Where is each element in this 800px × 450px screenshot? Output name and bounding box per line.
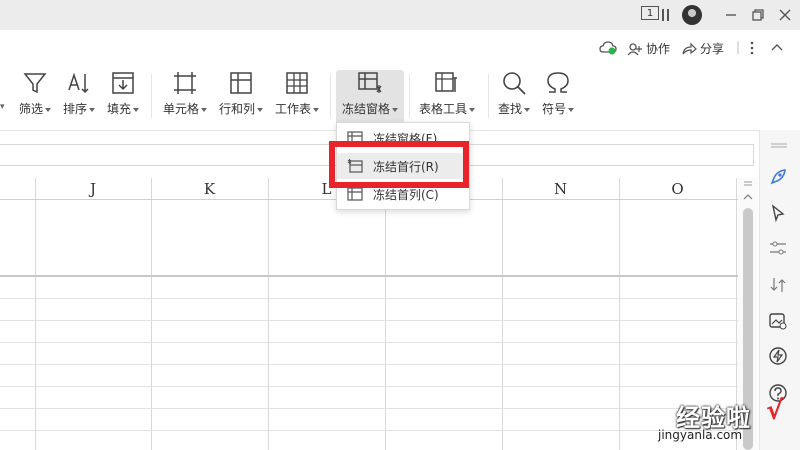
table-tools-button[interactable]: 表格工具 [416,70,478,126]
ribbon-separator [151,74,152,118]
title-bar [0,0,800,30]
freeze-panes-icon [358,72,382,93]
close-icon[interactable] [776,5,794,25]
watermark-url: jingyanla.com [658,428,743,442]
filter-label: 筛选 [19,100,51,117]
scroll-lines-icon [744,181,752,186]
symbol-label: 符号 [542,100,574,117]
ribbon-scroll-left[interactable]: ▾ [0,102,5,112]
collaborate-icon [627,42,642,55]
row-line [0,386,738,387]
more-options-icon[interactable] [748,40,756,56]
share-button[interactable]: 分享 [681,40,724,57]
watermark-check: √ [766,396,784,426]
sliders-icon[interactable] [768,238,788,258]
ribbon-separator [409,74,410,118]
sort-label: 排序 [63,100,95,117]
column-divider [151,178,152,450]
table-tools-icon [435,72,457,92]
restore-icon[interactable] [749,5,767,25]
column-divider [385,178,386,450]
sort-icon [68,72,89,94]
collaborate-label: 协作 [646,42,671,56]
fill-icon [112,72,134,94]
filter-button[interactable]: 筛选 [18,70,52,126]
top-toolbar [0,30,800,66]
cell-button[interactable]: 单元格 [160,70,210,126]
transfer-icon[interactable] [768,275,788,295]
minimize-icon[interactable] [722,5,740,25]
column-header-o[interactable]: O [619,178,736,200]
row-line [0,408,738,409]
column-divider [35,178,36,450]
highlight-annotation-box [329,141,469,188]
worksheet-button[interactable]: 工作表 [272,70,322,126]
scroll-up-icon[interactable] [742,192,754,202]
avatar[interactable] [682,5,702,25]
layout-badge[interactable]: 1 [641,6,659,20]
watermark: 经验啦 √ jingyanla.com [648,396,798,448]
row-line [0,430,738,431]
row-line [0,342,738,343]
lightning-icon[interactable] [768,346,788,366]
topbar-divider: | [736,40,741,54]
collapse-ribbon-icon[interactable] [770,40,784,54]
find-button[interactable]: 查找 [496,70,532,126]
rows-cols-icon [230,72,252,94]
cloud-sync-icon[interactable] [599,40,617,56]
share-icon [682,42,697,54]
row-line [0,364,738,365]
column-header-j[interactable]: J [35,178,151,200]
fill-button[interactable]: 填充 [106,70,140,126]
ribbon-separator [330,74,331,118]
fill-label: 填充 [107,100,139,117]
collaborate-button[interactable]: 协作 [627,40,670,57]
rocket-icon[interactable] [768,167,788,187]
cursor-icon[interactable] [768,203,788,223]
column-header-k[interactable]: K [151,178,268,200]
sort-button[interactable]: 排序 [62,70,96,126]
freeze-panes-label: 冻结窗格 [342,100,398,117]
freeze-panes-button[interactable]: 冻结窗格 [336,70,404,126]
sidebar-grip-icon [771,143,787,148]
sidebar-toggle-icon[interactable] [661,5,671,25]
filter-icon [23,73,47,94]
freeze-first-column-icon [347,187,363,201]
symbol-button[interactable]: 符号 [540,70,576,126]
symbol-icon [547,72,569,93]
column-divider [619,178,620,450]
search-icon [503,72,526,95]
share-label: 分享 [700,42,725,56]
spreadsheet-grid[interactable] [0,178,738,450]
column-divider [268,178,269,450]
column-divider [502,178,503,450]
image-chart-icon[interactable] [768,311,788,331]
find-label: 查找 [498,100,530,117]
cell-label: 单元格 [163,100,207,117]
row-line [0,320,738,321]
rows-cols-label: 行和列 [219,100,263,117]
menu-item-label: 冻结首列(C) [373,187,439,202]
worksheet-icon [286,72,308,94]
cell-icon [174,72,196,94]
row-line [0,298,738,299]
frozen-row-divider [0,275,738,277]
rows-cols-button[interactable]: 行和列 [216,70,266,126]
ribbon-separator [488,74,489,118]
worksheet-label: 工作表 [275,100,319,117]
column-header-n[interactable]: N [502,178,619,200]
table-tools-label: 表格工具 [419,100,475,117]
